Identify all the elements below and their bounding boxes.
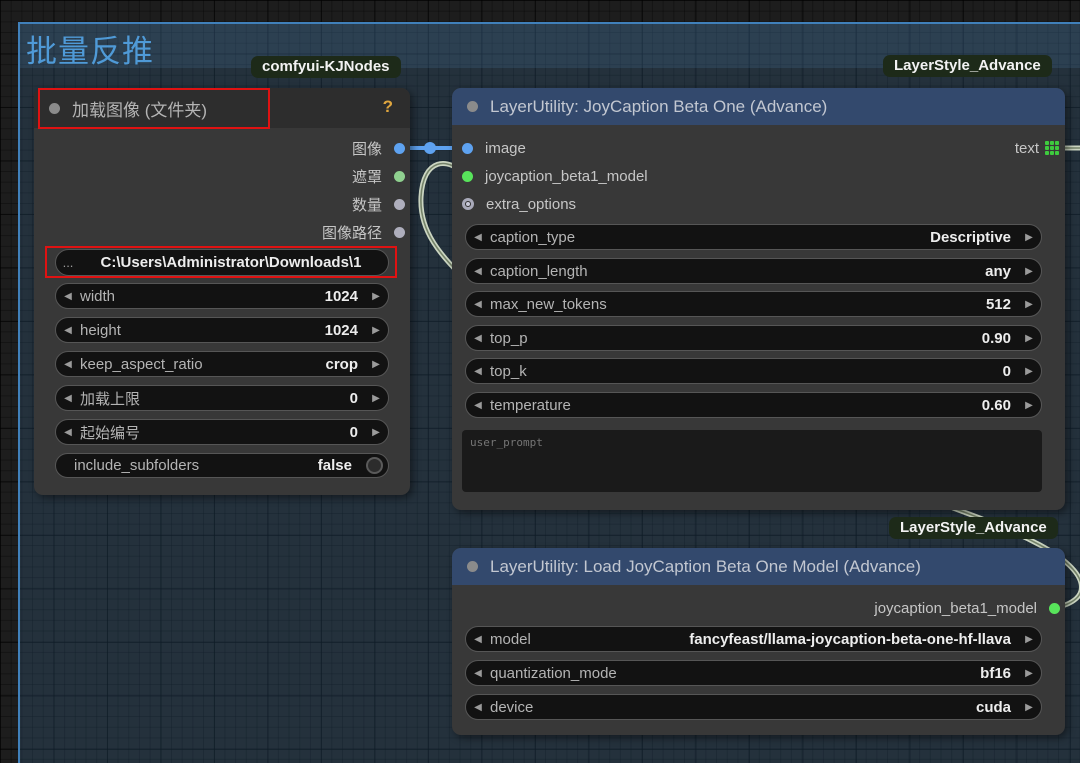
spinner-right-icon[interactable]: ▶ — [1017, 634, 1041, 645]
input-ring-icon[interactable] — [462, 198, 474, 210]
spinner-left-icon[interactable]: ◀ — [466, 232, 490, 243]
toggle-knob-icon[interactable] — [366, 457, 383, 474]
spinner-left-icon[interactable]: ◀ — [466, 266, 490, 277]
annotation-highlight-path-widget — [45, 246, 397, 278]
badge-layerstyle-advance-top: LayerStyle_Advance — [883, 55, 1052, 77]
widget-temperature[interactable]: ◀ temperature 0.60 ▶ — [465, 392, 1042, 418]
node-load-joycaption-model[interactable]: LayerUtility: Load JoyCaption Beta One M… — [452, 548, 1065, 735]
spinner-left-icon[interactable]: ◀ — [466, 634, 490, 645]
widget-start-index[interactable]: ◀ 起始编号 0 ▶ — [55, 419, 389, 445]
node-title: LayerUtility: JoyCaption Beta One (Advan… — [490, 96, 828, 116]
widget-top-k[interactable]: ◀ top_k 0 ▶ — [465, 358, 1042, 384]
spinner-left-icon[interactable]: ◀ — [56, 393, 80, 404]
spinner-right-icon[interactable]: ▶ — [1017, 668, 1041, 679]
widget-caption-type[interactable]: ◀ caption_type Descriptive ▶ — [465, 224, 1042, 250]
node-joycaption-advance[interactable]: LayerUtility: JoyCaption Beta One (Advan… — [452, 88, 1065, 510]
spinner-left-icon[interactable]: ◀ — [56, 325, 80, 336]
spinner-left-icon[interactable]: ◀ — [466, 299, 490, 310]
output-slot-mask[interactable]: 遮罩 — [352, 162, 410, 190]
output-slot-image-path[interactable]: 图像路径 — [322, 218, 410, 246]
help-icon[interactable]: ? — [383, 97, 393, 117]
spinner-right-icon[interactable]: ▶ — [1017, 400, 1041, 411]
list-output-grid-icon[interactable] — [1045, 141, 1059, 155]
output-dot-icon[interactable] — [1049, 602, 1060, 614]
spinner-right-icon[interactable]: ▶ — [1017, 702, 1041, 713]
input-dot-icon[interactable] — [462, 142, 473, 154]
spinner-left-icon[interactable]: ◀ — [466, 333, 490, 344]
node-graph-canvas[interactable]: 批量反推 加载图像 (文件夹) ? 图像 遮罩 数量 图像路径 ... C:\U… — [0, 0, 1080, 763]
spinner-left-icon[interactable]: ◀ — [466, 400, 490, 411]
output-slot-image[interactable]: 图像 — [352, 134, 410, 162]
spinner-right-icon[interactable]: ▶ — [364, 291, 388, 302]
node-joycaption-header[interactable]: LayerUtility: JoyCaption Beta One (Advan… — [452, 88, 1065, 125]
badge-comfyui-kjnodes: comfyui-KJNodes — [251, 56, 401, 78]
user-prompt-textarea[interactable] — [462, 430, 1042, 492]
spinner-left-icon[interactable]: ◀ — [466, 366, 490, 377]
spinner-right-icon[interactable]: ▶ — [364, 393, 388, 404]
node-load-image-folder[interactable]: 加载图像 (文件夹) ? 图像 遮罩 数量 图像路径 ... C:\Users\… — [34, 88, 410, 495]
output-slot-joycaption-model[interactable]: joycaption_beta1_model — [874, 594, 1065, 622]
spinner-right-icon[interactable]: ▶ — [364, 359, 388, 370]
node-load-model-header[interactable]: LayerUtility: Load JoyCaption Beta One M… — [452, 548, 1065, 585]
widget-height[interactable]: ◀ height 1024 ▶ — [55, 317, 389, 343]
spinner-right-icon[interactable]: ▶ — [1017, 266, 1041, 277]
output-dot-icon[interactable] — [394, 142, 405, 154]
spinner-right-icon[interactable]: ▶ — [1017, 333, 1041, 344]
output-dot-icon[interactable] — [394, 226, 405, 238]
spinner-right-icon[interactable]: ▶ — [1017, 366, 1041, 377]
spinner-left-icon[interactable]: ◀ — [56, 359, 80, 370]
output-slot-count[interactable]: 数量 — [352, 190, 410, 218]
input-slot-image[interactable]: image — [457, 134, 526, 162]
widget-width[interactable]: ◀ width 1024 ▶ — [55, 283, 389, 309]
spinner-right-icon[interactable]: ▶ — [364, 427, 388, 438]
spinner-right-icon[interactable]: ▶ — [1017, 299, 1041, 310]
widget-device[interactable]: ◀ device cuda ▶ — [465, 694, 1042, 720]
widget-keep-aspect-ratio[interactable]: ◀ keep_aspect_ratio crop ▶ — [55, 351, 389, 377]
widget-quantization-mode[interactable]: ◀ quantization_mode bf16 ▶ — [465, 660, 1042, 686]
badge-layerstyle-advance-mid: LayerStyle_Advance — [889, 517, 1058, 539]
collapse-dot-icon[interactable] — [467, 561, 478, 572]
group-title: 批量反推 — [26, 34, 154, 69]
node-title: LayerUtility: Load JoyCaption Beta One M… — [490, 556, 921, 576]
input-dot-icon[interactable] — [462, 170, 473, 182]
spinner-left-icon[interactable]: ◀ — [56, 291, 80, 302]
widget-caption-length[interactable]: ◀ caption_length any ▶ — [465, 258, 1042, 284]
output-dot-icon[interactable] — [394, 170, 405, 182]
spinner-left-icon[interactable]: ◀ — [56, 427, 80, 438]
spinner-right-icon[interactable]: ▶ — [364, 325, 388, 336]
widget-load-cap[interactable]: ◀ 加载上限 0 ▶ — [55, 385, 389, 411]
annotation-highlight-node-title — [38, 88, 270, 129]
widget-model[interactable]: ◀ model fancyfeast/llama-joycaption-beta… — [465, 626, 1042, 652]
collapse-dot-icon[interactable] — [467, 101, 478, 112]
widget-max-new-tokens[interactable]: ◀ max_new_tokens 512 ▶ — [465, 291, 1042, 317]
input-slot-extra-options[interactable]: extra_options — [457, 190, 576, 218]
widget-top-p[interactable]: ◀ top_p 0.90 ▶ — [465, 325, 1042, 351]
spinner-right-icon[interactable]: ▶ — [1017, 232, 1041, 243]
output-slot-text[interactable]: text — [1015, 134, 1065, 162]
output-dot-icon[interactable] — [394, 198, 405, 210]
spinner-left-icon[interactable]: ◀ — [466, 702, 490, 713]
spinner-left-icon[interactable]: ◀ — [466, 668, 490, 679]
widget-include-subfolders-toggle[interactable]: include_subfolders false — [55, 453, 389, 478]
input-slot-joycaption-model[interactable]: joycaption_beta1_model — [457, 162, 648, 190]
